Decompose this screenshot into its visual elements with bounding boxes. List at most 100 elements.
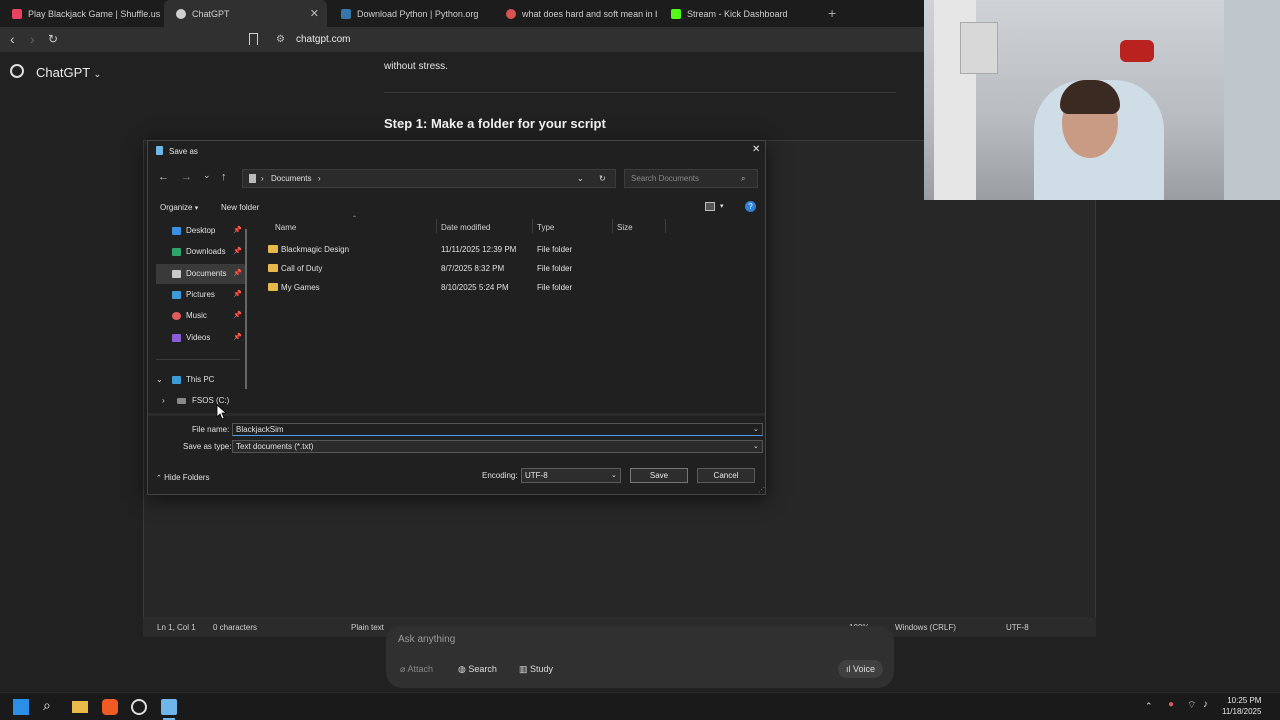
tab-chatgpt[interactable]: ChatGPT ✕ [164, 0, 327, 27]
pin-icon[interactable]: 📌 [233, 285, 242, 305]
nav-music[interactable]: Music 📌 [156, 306, 246, 326]
attach-button[interactable]: ⌀ Attach [392, 660, 441, 678]
recent-locations-icon[interactable]: ⌄ [203, 170, 211, 181]
chevron-up-icon[interactable]: ⌃ [1145, 701, 1153, 712]
voice-button[interactable]: ıl Voice [838, 660, 884, 678]
address-dropdown-icon[interactable]: ⌄ [577, 170, 584, 187]
save-button[interactable]: Save [630, 468, 688, 483]
encoding-select[interactable]: UTF-8 ⌄ [521, 468, 621, 483]
site-settings-icon[interactable]: ⚙ [276, 30, 285, 50]
chevron-down-icon[interactable]: ⌄ [753, 424, 759, 435]
column-header-type[interactable]: Type [537, 223, 554, 232]
chat-input-box[interactable]: Ask anything [386, 626, 894, 688]
nav-videos[interactable]: Videos 📌 [156, 328, 246, 348]
hide-folders-button[interactable]: ⌃ Hide Folders [156, 473, 209, 482]
file-row[interactable]: My Games 8/10/2025 5:24 PM File folder [266, 278, 756, 296]
pin-icon[interactable]: 📌 [233, 264, 242, 284]
drive-icon [177, 398, 186, 404]
search-input[interactable]: Search Documents ⌕ [624, 169, 758, 188]
nav-downloads[interactable]: Downloads 📌 [156, 242, 246, 262]
reload-icon[interactable]: ↻ [48, 32, 58, 46]
nav-label: Pictures [186, 290, 215, 299]
format-label: Plain text [351, 623, 384, 632]
study-button[interactable]: ▥ Study [511, 660, 561, 678]
organize-button[interactable]: Organize ▾ [160, 203, 198, 212]
up-arrow-icon[interactable]: ↑ [221, 171, 227, 183]
bookmark-icon[interactable] [249, 33, 258, 45]
tab-python[interactable]: Download Python | Python.org [329, 0, 492, 27]
chatgpt-app-icon[interactable] [131, 699, 147, 715]
breadcrumb[interactable]: › Documents › ⌄ ↻ [242, 169, 616, 188]
wifi-icon[interactable]: ⌔ [1187, 699, 1196, 712]
file-row[interactable]: Blackmagic Design 11/11/2025 12:39 PM Fi… [266, 240, 756, 258]
refresh-icon[interactable]: ↻ [599, 170, 606, 187]
nav-drive-c[interactable]: › FSOS (C:) [156, 391, 246, 411]
brave-browser-icon[interactable] [102, 699, 118, 715]
hide-folders-label: Hide Folders [164, 473, 210, 482]
save-type-value: Text documents (*.txt) [236, 442, 314, 451]
divider [384, 92, 896, 93]
help-icon[interactable]: ? [745, 201, 756, 212]
search-button[interactable]: ◍ Search [450, 660, 505, 678]
column-separator[interactable] [532, 219, 533, 233]
save-type-select[interactable]: Text documents (*.txt) ⌄ [232, 440, 763, 453]
close-tab-icon[interactable]: ✕ [310, 7, 319, 20]
file-explorer-icon[interactable] [72, 701, 88, 713]
nav-pictures[interactable]: Pictures 📌 [156, 285, 246, 305]
column-header-name[interactable]: Name [275, 223, 296, 232]
column-header-size[interactable]: Size [617, 223, 633, 232]
pin-icon[interactable]: 📌 [233, 328, 242, 348]
nav-label: Desktop [186, 226, 216, 235]
pin-icon[interactable]: 📌 [233, 221, 242, 241]
nav-this-pc[interactable]: ⌄ This PC [156, 370, 246, 390]
chevron-down-icon[interactable]: ⌄ [156, 370, 163, 390]
file-name: Blackmagic Design [281, 245, 350, 254]
nav-desktop[interactable]: Desktop 📌 [156, 221, 246, 241]
close-icon[interactable]: ✕ [752, 144, 760, 155]
dialog-titlebar: Save as ✕ [148, 141, 765, 161]
person-hair [1060, 80, 1120, 114]
column-separator[interactable] [665, 219, 666, 233]
search-icon[interactable]: ⌕ [43, 697, 59, 713]
model-label: ChatGPT [36, 65, 90, 80]
microphone-icon[interactable]: ● [1168, 699, 1174, 710]
pin-icon[interactable]: 📌 [233, 242, 242, 262]
resize-grip-icon[interactable]: ⋰ [758, 486, 765, 494]
windows-start-icon[interactable] [13, 699, 29, 715]
notepad-icon[interactable] [161, 699, 177, 715]
file-row[interactable]: Call of Duty 8/7/2025 8:32 PM File folde… [266, 259, 756, 277]
chatgpt-favicon-icon [176, 8, 186, 19]
file-name: My Games [281, 283, 320, 292]
column-separator[interactable] [436, 219, 437, 233]
back-icon[interactable]: ‹ [10, 31, 15, 47]
address-bar[interactable]: ⚙ chatgpt.com [270, 30, 924, 50]
tab-blackjack[interactable]: Play Blackjack Game | Shuffle.us | The [0, 0, 162, 27]
cancel-button[interactable]: Cancel [697, 468, 755, 483]
breadcrumb-documents[interactable]: Documents [271, 170, 311, 187]
forward-icon[interactable]: › [30, 31, 35, 47]
chatgpt-model-selector[interactable]: ChatGPT ⌄ [36, 65, 101, 80]
view-options-icon[interactable] [705, 202, 715, 211]
nav-scrollbar[interactable] [245, 229, 247, 389]
folder-icon [268, 283, 278, 291]
volume-icon[interactable]: ♪ [1203, 699, 1208, 710]
chevron-right-icon[interactable]: › [162, 391, 165, 411]
file-name-field[interactable]: BlackjackSim ⌄ [232, 423, 763, 436]
line-endings: Windows (CRLF) [895, 623, 956, 632]
tab-kick[interactable]: Stream - Kick Dashboard [659, 0, 822, 27]
column-header-date[interactable]: Date modified [441, 223, 490, 232]
chevron-up-icon: ⌃ [156, 475, 162, 482]
new-folder-button[interactable]: New folder [221, 203, 259, 212]
system-clock[interactable]: 10:25 PM 11/18/2025 [1222, 695, 1261, 717]
folder-icon [268, 264, 278, 272]
pin-icon[interactable]: 📌 [233, 306, 242, 326]
tab-hard-soft[interactable]: what does hard and soft mean in bla [494, 0, 657, 27]
nav-documents[interactable]: Documents 📌 [156, 264, 246, 284]
forward-arrow-icon[interactable]: → [181, 171, 192, 183]
new-tab-button[interactable]: + [828, 5, 836, 21]
chevron-down-icon[interactable]: ⌄ [753, 441, 759, 452]
chat-message-text: without stress. [384, 61, 448, 72]
column-separator[interactable] [612, 219, 613, 233]
chevron-down-icon[interactable]: ▾ [720, 202, 724, 210]
back-arrow-icon[interactable]: ← [158, 171, 169, 183]
